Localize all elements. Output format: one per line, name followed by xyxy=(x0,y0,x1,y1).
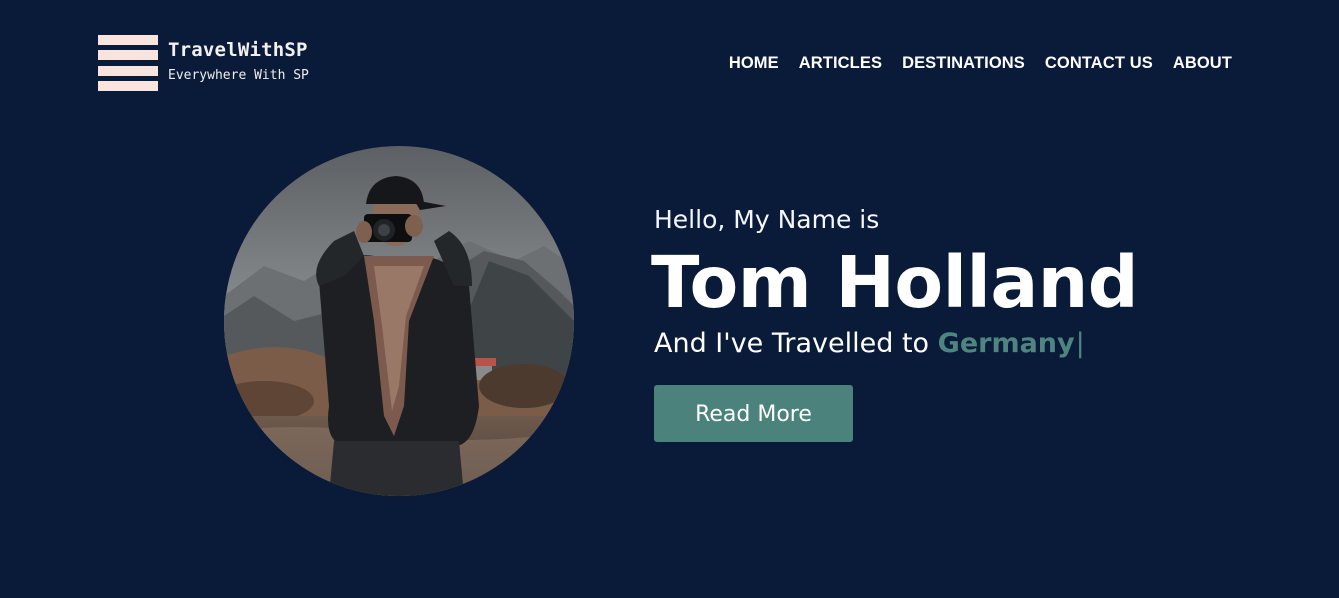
hero-greeting: Hello, My Name is xyxy=(654,205,880,234)
hero-content: Hello, My Name is Tom Holland And I've T… xyxy=(651,200,1139,442)
hero-travelled-line: And I've Travelled to Germany| xyxy=(654,324,1138,364)
nav-contact-us[interactable]: CONTACT US xyxy=(1045,52,1153,74)
nav-about[interactable]: ABOUT xyxy=(1173,52,1232,74)
logo-title: TravelWithSP xyxy=(168,39,308,61)
hero-photo xyxy=(224,146,574,496)
logo-link[interactable]: TravelWithSP Everywhere With SP xyxy=(98,35,309,91)
nav-destinations[interactable]: DESTINATIONS xyxy=(902,52,1025,74)
read-more-button[interactable]: Read More xyxy=(654,385,853,442)
logo-text: TravelWithSP Everywhere With SP xyxy=(168,35,309,84)
hero-name: Tom Holland xyxy=(651,241,1139,324)
hero-country: Germany xyxy=(937,328,1075,359)
typing-cursor: | xyxy=(1075,328,1085,359)
logo-subtitle: Everywhere With SP xyxy=(168,68,309,83)
nav-articles[interactable]: ARTICLES xyxy=(799,52,882,74)
hamburger-stripes-icon xyxy=(98,35,158,91)
logo-stripe xyxy=(98,50,158,61)
logo-stripe xyxy=(98,80,158,91)
main-nav: HOME ARTICLES DESTINATIONS CONTACT US AB… xyxy=(729,52,1232,74)
photographer-with-camera xyxy=(224,146,574,496)
hero-travelled-prefix: And I've Travelled to xyxy=(654,328,938,359)
logo-stripe xyxy=(98,65,158,76)
nav-home[interactable]: HOME xyxy=(729,52,779,74)
logo-stripe xyxy=(98,35,158,45)
